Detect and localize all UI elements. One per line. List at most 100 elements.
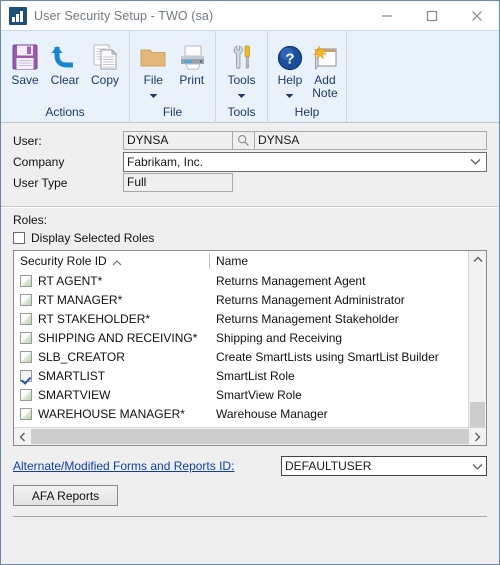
- chevron-right-icon: [475, 432, 481, 441]
- window-title: User Security Setup - TWO (sa): [34, 9, 213, 23]
- roles-grid-header: Security Role ID Name: [14, 251, 468, 271]
- close-icon: [471, 10, 482, 21]
- table-row[interactable]: SHIPPING AND RECEIVING* Shipping and Rec…: [14, 328, 468, 347]
- role-name: Warehouse Manager: [216, 406, 328, 421]
- afa-reports-button[interactable]: AFA Reports: [13, 485, 118, 506]
- user-label: User:: [13, 133, 42, 148]
- role-id: SHIPPING AND RECEIVING*: [38, 330, 198, 345]
- company-label: Company: [13, 154, 65, 169]
- chevron-down-icon: [472, 459, 483, 473]
- add-note-label-line2: Note: [312, 86, 338, 100]
- alternate-forms-link[interactable]: Alternate/Modified Forms and Reports ID:: [13, 459, 234, 473]
- floppy-save-icon: [10, 39, 40, 72]
- user-row: User: DYNSA DYNSA: [13, 131, 487, 150]
- user-type-input[interactable]: Full: [123, 173, 233, 192]
- maximize-button[interactable]: [409, 1, 454, 30]
- copy-pages-icon: [90, 39, 120, 72]
- printer-icon: [177, 39, 207, 72]
- status-area: [1, 517, 499, 555]
- ribbon-group-file-label: File: [162, 105, 183, 119]
- horizontal-scroll-track[interactable]: [31, 428, 469, 445]
- chevron-down-icon: [285, 88, 294, 102]
- role-id: SMARTLIST: [38, 368, 106, 383]
- help-menu-button[interactable]: ? Help: [272, 34, 308, 103]
- table-row[interactable]: RT STAKEHOLDER* Returns Management Stake…: [14, 309, 468, 328]
- alternate-forms-value: DEFAULTUSER: [285, 459, 372, 473]
- caret-up-icon: [112, 253, 122, 271]
- horizontal-scroll-thumb[interactable]: [31, 429, 469, 444]
- chevron-left-icon: [19, 432, 25, 441]
- chevron-down-icon: [237, 88, 246, 102]
- user-security-setup-window: User Security Setup - TWO (sa) Save Clea…: [0, 0, 500, 565]
- horizontal-scrollbar[interactable]: [14, 427, 486, 445]
- copy-button-label: Copy: [90, 73, 119, 87]
- role-id: SLB_CREATOR: [38, 349, 125, 364]
- vertical-scroll-track[interactable]: [469, 268, 486, 428]
- window-title-text: User Security Setup: [34, 8, 148, 23]
- file-menu-button[interactable]: File: [134, 34, 173, 103]
- role-checkbox[interactable]: [20, 293, 32, 306]
- ribbon-group-actions: Save Clear Copy Actions: [1, 31, 129, 123]
- role-checkbox[interactable]: [20, 407, 32, 420]
- scroll-up-button[interactable]: [469, 251, 486, 268]
- minimize-button[interactable]: [364, 1, 409, 30]
- role-name: Shipping and Receiving: [216, 330, 343, 345]
- table-row[interactable]: SMARTVIEW SmartView Role: [14, 385, 468, 404]
- table-row[interactable]: RT MANAGER* Returns Management Administr…: [14, 290, 468, 309]
- user-lookup-button[interactable]: [233, 131, 255, 150]
- roles-section: Roles: Display Selected Roles Security R…: [1, 208, 499, 446]
- role-checkbox[interactable]: [20, 312, 32, 325]
- role-name: Returns Management Stakeholder: [216, 311, 399, 326]
- add-note-button[interactable]: Add Note: [308, 34, 342, 103]
- user-name-input[interactable]: DYNSA: [255, 131, 487, 150]
- user-type-row: User Type Full: [13, 173, 487, 192]
- svg-text:?: ?: [285, 51, 294, 68]
- column-header-security-role-id-label: Security Role ID: [20, 253, 107, 268]
- vertical-scrollbar[interactable]: [468, 251, 486, 445]
- scroll-right-button[interactable]: [469, 428, 486, 445]
- ribbon-group-file: File Print File: [129, 31, 215, 123]
- close-button[interactable]: [454, 1, 499, 30]
- user-id-input[interactable]: DYNSA: [123, 131, 233, 150]
- undo-arrow-icon: [50, 39, 80, 72]
- role-name: Returns Management Agent: [216, 273, 366, 288]
- column-header-security-role-id[interactable]: Security Role ID: [14, 252, 209, 271]
- add-note-icon: [311, 39, 339, 72]
- role-checkbox[interactable]: [20, 350, 32, 363]
- display-selected-roles-checkbox[interactable]: Display Selected Roles: [13, 231, 487, 245]
- ribbon-group-help: ? Help Add Note Help: [267, 31, 346, 123]
- alternate-forms-row: Alternate/Modified Forms and Reports ID:…: [13, 456, 487, 476]
- table-row[interactable]: WAREHOUSE MANAGER* Warehouse Manager: [14, 404, 468, 423]
- role-id: WAREHOUSE MANAGER*: [38, 406, 185, 421]
- help-question-icon: ?: [276, 39, 304, 72]
- role-checkbox[interactable]: [20, 274, 32, 287]
- role-checkbox[interactable]: [20, 369, 32, 382]
- tools-menu-button[interactable]: Tools: [220, 34, 263, 103]
- role-id: RT STAKEHOLDER*: [38, 311, 151, 326]
- print-button-label: Print: [179, 73, 205, 87]
- column-header-name[interactable]: Name: [210, 252, 248, 270]
- folder-icon: [138, 39, 168, 72]
- clear-button[interactable]: Clear: [45, 34, 85, 103]
- role-checkbox[interactable]: [20, 331, 32, 344]
- window-title-context: TWO (sa): [158, 8, 214, 23]
- form-fields: User: DYNSA DYNSA Company Fabrikam, Inc.: [1, 123, 499, 200]
- maximize-icon: [426, 10, 437, 21]
- title-bar: User Security Setup - TWO (sa): [1, 1, 499, 30]
- role-name: SmartList Role: [216, 368, 295, 383]
- role-checkbox[interactable]: [20, 388, 32, 401]
- user-type-label: User Type: [13, 175, 68, 190]
- company-value: Fabrikam, Inc.: [127, 154, 204, 169]
- table-row[interactable]: SLB_CREATOR Create SmartLists using Smar…: [14, 347, 468, 366]
- vertical-scroll-thumb[interactable]: [470, 402, 485, 428]
- print-button[interactable]: Print: [173, 34, 212, 103]
- ribbon-group-tools-label: Tools: [227, 105, 256, 119]
- save-button[interactable]: Save: [5, 34, 45, 103]
- company-select[interactable]: Fabrikam, Inc.: [123, 151, 487, 172]
- copy-button[interactable]: Copy: [85, 34, 125, 103]
- table-row[interactable]: SMARTLIST SmartList Role: [14, 366, 468, 385]
- alternate-forms-select[interactable]: DEFAULTUSER: [281, 456, 487, 476]
- scroll-left-button[interactable]: [14, 428, 31, 445]
- window-controls: [364, 1, 499, 30]
- table-row[interactable]: RT AGENT* Returns Management Agent: [14, 271, 468, 290]
